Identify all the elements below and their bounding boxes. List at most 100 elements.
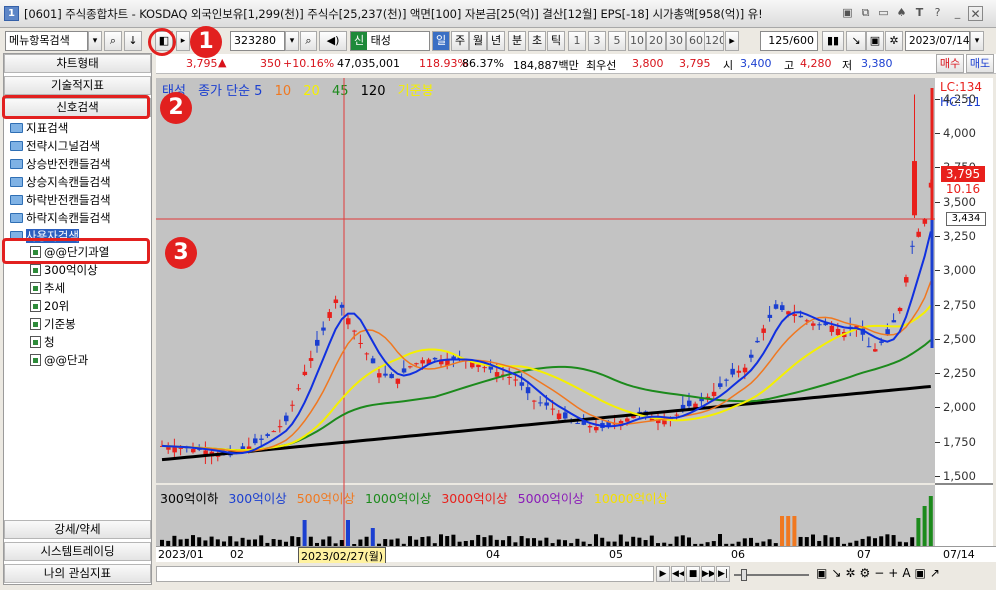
x-label-6: 07/14 [943, 548, 975, 561]
zoom-slider-thumb[interactable] [741, 569, 747, 581]
volume-bar [408, 536, 412, 546]
candle-body [538, 402, 543, 404]
scroll-bar[interactable]: ▶ ◀◀ ■ ▶▶ ▶| ▣↘✲⚙−+A▣↗ [156, 563, 996, 585]
play-icon[interactable]: ▶ [656, 566, 670, 582]
volume-bar [191, 535, 195, 546]
volume-bar [420, 536, 425, 546]
volume-bar [451, 534, 456, 546]
candle-body [259, 438, 264, 440]
candle-body [476, 364, 481, 368]
candle-body [172, 447, 177, 453]
ma10-line [161, 281, 932, 453]
date-axis: 2023/01 02 04 05 06 07 07/14 2023/02/27(… [156, 546, 996, 565]
candle-body [625, 418, 630, 422]
candle-body [736, 370, 742, 373]
candle-body [414, 363, 419, 365]
volume-bar [674, 536, 679, 546]
candle-body [879, 341, 884, 343]
end-icon[interactable]: ▶| [716, 566, 730, 582]
candle-body [910, 245, 915, 247]
volume-bar [829, 537, 834, 546]
volume-bar [215, 539, 220, 546]
volume-bar [383, 539, 388, 546]
candle-body [302, 371, 308, 376]
forward-icon[interactable]: ▶▶ [701, 566, 715, 582]
volume-bar [860, 538, 865, 546]
volume-bar [327, 536, 332, 546]
candle-body [798, 315, 804, 318]
marker-3-outline [2, 238, 150, 264]
volume-bar [600, 537, 605, 546]
volume-bar [178, 539, 183, 546]
candle-body [519, 382, 525, 386]
candle-body [333, 299, 339, 304]
candle-body [494, 372, 500, 377]
volume-bar [476, 534, 481, 546]
candle-body [507, 377, 512, 379]
volume-bar [618, 534, 623, 546]
candle-body [773, 304, 779, 309]
volume-bar [792, 516, 797, 546]
volume-bar [290, 536, 295, 546]
volume-bar [259, 535, 264, 546]
volume-bar [519, 536, 524, 546]
x-label-1: 02 [230, 548, 244, 561]
candle-body [594, 426, 599, 431]
volume-bar [742, 538, 747, 546]
candle-body [556, 413, 562, 420]
candle-body [835, 328, 841, 336]
volume-bar [172, 535, 177, 546]
candle-body [284, 415, 289, 422]
volume-bar [507, 536, 512, 546]
x-label-3: 05 [609, 548, 623, 561]
marker-2: 2 [160, 92, 192, 124]
x-label-0: 2023/01 [158, 548, 204, 561]
candle-body [315, 339, 320, 346]
scroll-track[interactable] [156, 566, 654, 582]
volume-bar [445, 536, 450, 546]
volume-bar [209, 536, 214, 546]
volume-bar [649, 535, 654, 546]
volume-bar [296, 537, 301, 546]
candle-body [364, 353, 370, 355]
volume-bar [271, 539, 276, 546]
candle-body [891, 320, 897, 323]
volume-bar [488, 535, 493, 546]
candle-body [873, 349, 878, 352]
chart-tools[interactable]: ▣↘✲⚙−+A▣↗ [816, 566, 944, 580]
candle-body [532, 400, 537, 402]
candle-body [563, 412, 568, 419]
candle-body [866, 346, 872, 348]
x-label-4: 06 [731, 548, 745, 561]
volume-bar [594, 534, 598, 546]
volume-bar [680, 535, 685, 546]
volume-bar [439, 534, 443, 546]
volume-bar [866, 536, 871, 546]
candle-body [327, 312, 332, 318]
candle-body [544, 402, 549, 406]
volume-bar [631, 536, 636, 546]
x-label-2: 04 [486, 548, 500, 561]
candle-body [718, 383, 723, 387]
volume-bar [910, 537, 915, 546]
rewind-icon[interactable]: ◀◀ [671, 566, 685, 582]
stop-icon[interactable]: ■ [686, 566, 700, 582]
candle-body [711, 391, 717, 397]
volume-bar [687, 537, 691, 546]
volume-bar [228, 536, 233, 546]
candle-body [749, 354, 754, 358]
marker-3: 3 [165, 237, 197, 269]
volume-bar [240, 537, 245, 546]
candle-body [389, 374, 394, 379]
volume-bar [575, 538, 580, 546]
candle-body [922, 219, 928, 224]
candle-body [401, 368, 407, 373]
volume-bar [786, 516, 791, 546]
volume-bar [922, 506, 927, 546]
volume-bar [804, 537, 809, 546]
volume-bar [885, 534, 890, 546]
candle-body [916, 231, 921, 237]
candle-body [829, 325, 835, 332]
candle-body [346, 318, 351, 325]
candle-body [885, 329, 890, 335]
